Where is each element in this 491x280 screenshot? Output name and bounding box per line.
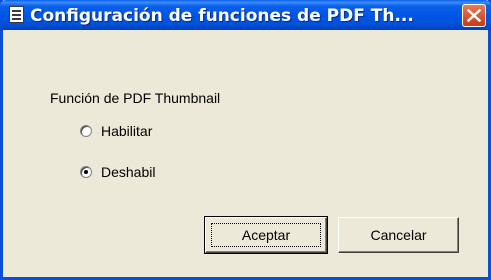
cancel-button[interactable]: Cancelar: [338, 217, 459, 253]
window-title: Configuración de funciones de PDF Th...: [30, 6, 414, 26]
close-icon: [467, 9, 481, 22]
radio-selected-dot: [84, 170, 88, 174]
group-label: Función de PDF Thumbnail: [50, 90, 221, 106]
title-bar[interactable]: Configuración de funciones de PDF Th...: [0, 0, 491, 30]
radio-disable-label[interactable]: Deshabil: [101, 164, 155, 180]
radio-button-unchecked[interactable]: [80, 125, 92, 137]
radio-disable[interactable]: Deshabil: [80, 163, 155, 181]
radio-enable[interactable]: Habilitar: [80, 122, 152, 140]
window-menu-icon[interactable]: [9, 6, 24, 23]
radio-enable-label[interactable]: Habilitar: [101, 123, 152, 139]
ok-button-label: Aceptar: [211, 223, 321, 247]
radio-button-checked[interactable]: [80, 166, 92, 178]
ok-button[interactable]: Aceptar: [204, 216, 328, 254]
close-button[interactable]: [462, 4, 486, 27]
dialog-window: Configuración de funciones de PDF Th... …: [0, 0, 491, 280]
